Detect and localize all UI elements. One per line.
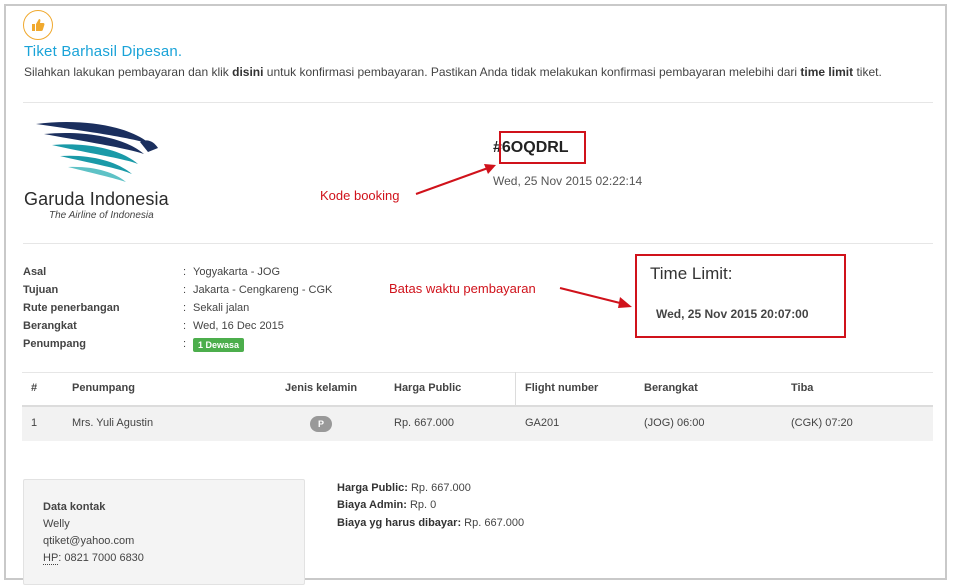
- annotation-booking-code: Kode booking: [320, 188, 400, 203]
- success-title: Tiket Barhasil Dipesan.: [24, 43, 183, 60]
- table-header: Harga Public: [394, 382, 462, 394]
- airline-tagline: The Airline of Indonesia: [49, 210, 154, 221]
- table-header: Jenis kelamin: [285, 382, 358, 394]
- table-header: Flight number: [525, 382, 599, 394]
- price-total: Biaya yg harus dibayar: Rp. 667.000: [337, 517, 525, 529]
- divider: [23, 243, 933, 244]
- trip-label: Rute penerbangan: [23, 302, 120, 314]
- contact-name: Welly: [43, 518, 70, 530]
- table-header: Penumpang: [72, 382, 135, 394]
- airline-name: Garuda Indonesia: [24, 189, 169, 209]
- table-cell: (JOG) 06:00: [644, 417, 705, 429]
- gender-badge: P: [310, 416, 332, 432]
- contact-email: qtiket@yahoo.com: [43, 535, 135, 547]
- success-message: Silahkan lakukan pembayaran dan klik dis…: [24, 65, 882, 79]
- table-cell: 1: [31, 417, 38, 429]
- trip-label: Penumpang: [23, 338, 86, 350]
- trip-label: Tujuan: [23, 284, 59, 296]
- trip-value: Wed, 16 Dec 2015: [193, 320, 284, 332]
- time-limit-title: Time Limit:: [650, 264, 733, 283]
- contact-phone: HP: 0821 7000 6830: [43, 552, 144, 565]
- table-header: #: [31, 382, 38, 394]
- table-cell: GA201: [525, 417, 560, 429]
- booking-datetime: Wed, 25 Nov 2015 02:22:14: [493, 174, 643, 188]
- annotation-time-limit: Batas waktu pembayaran: [389, 281, 536, 296]
- annotation-arrow-icon: [559, 287, 632, 308]
- divider: [23, 102, 933, 103]
- thumbs-up-icon: [23, 10, 53, 40]
- price-public: Harga Public: Rp. 667.000: [337, 482, 471, 494]
- trip-label: Asal: [23, 266, 47, 278]
- table-top-border: [22, 372, 933, 373]
- table-header: Tiba: [791, 382, 814, 394]
- table-cell: Rp. 667.000: [394, 417, 454, 429]
- trip-value: Jakarta - Cengkareng - CGK: [193, 284, 333, 296]
- table-header: Berangkat: [644, 382, 698, 394]
- price-admin: Biaya Admin: Rp. 0: [337, 499, 437, 511]
- trip-label: Berangkat: [23, 320, 77, 332]
- booking-code-highlight: [499, 131, 586, 164]
- passenger-count-badge: 1 Dewasa: [193, 338, 245, 352]
- table-cell: (CGK) 07:20: [791, 417, 853, 429]
- trip-value: Sekali jalan: [193, 302, 250, 314]
- table-cell: Mrs. Yuli Agustin: [72, 417, 154, 429]
- trip-value: Yogyakarta - JOG: [193, 266, 281, 278]
- contact-card: [23, 479, 305, 585]
- table-row-divider: [22, 405, 933, 407]
- annotation-arrow-icon: [415, 164, 496, 195]
- contact-title: Data kontak: [43, 501, 106, 513]
- time-limit-value: Wed, 25 Nov 2015 20:07:00: [656, 307, 809, 321]
- confirm-payment-link[interactable]: disini: [232, 65, 263, 79]
